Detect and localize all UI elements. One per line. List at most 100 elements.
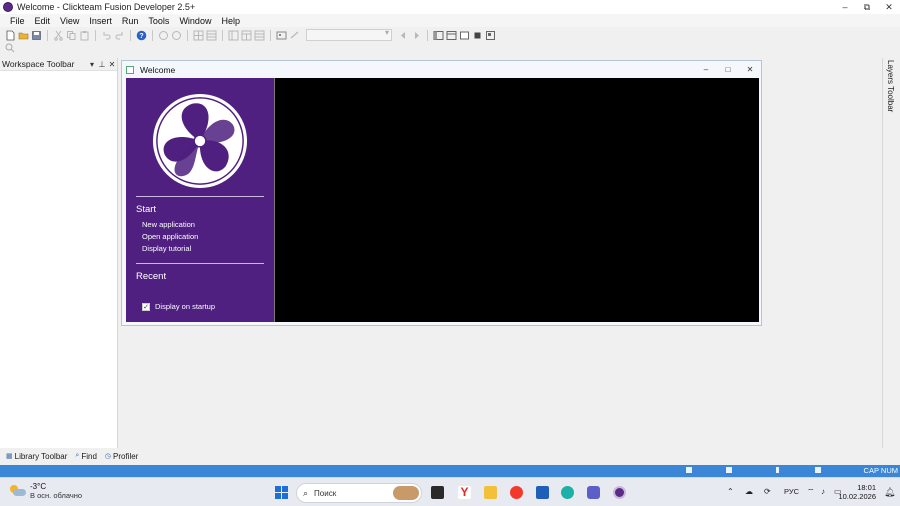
onedrive-icon[interactable]: ☁ bbox=[745, 487, 753, 496]
tab-library-toolbar[interactable]: ▦ Library Toolbar bbox=[2, 452, 71, 461]
preview-icon[interactable] bbox=[485, 30, 496, 41]
recent-heading: Recent bbox=[136, 271, 167, 282]
tab-profiler[interactable]: ◷ Profiler bbox=[101, 452, 142, 461]
menu-window[interactable]: Window bbox=[174, 16, 216, 26]
toolbar-separator bbox=[222, 29, 223, 41]
clock-date: 10.02.2026 bbox=[838, 492, 876, 501]
clock-time: 18:01 bbox=[857, 483, 876, 492]
layer-combo[interactable] bbox=[306, 28, 392, 41]
workspace-header: Workspace Toolbar ▾ ⊥ ✕ bbox=[0, 58, 117, 71]
display-on-startup-row[interactable]: ✓ Display on startup bbox=[142, 302, 215, 311]
task-view-icon[interactable] bbox=[431, 486, 444, 499]
cut-icon[interactable] bbox=[53, 30, 64, 41]
chevron-down-icon[interactable]: ▾ bbox=[87, 60, 97, 69]
notification-bell-icon[interactable]: 🔔︎ bbox=[884, 487, 895, 498]
toolbar-separator bbox=[187, 29, 188, 41]
pin-icon[interactable]: ⊥ bbox=[97, 60, 107, 69]
link-icon[interactable] bbox=[289, 30, 300, 41]
store-icon[interactable] bbox=[536, 486, 549, 499]
close-button[interactable]: ✕ bbox=[878, 0, 900, 14]
workspace-panel: Workspace Toolbar ▾ ⊥ ✕ bbox=[0, 58, 118, 448]
wifi-icon[interactable]: ⌔ bbox=[807, 487, 815, 497]
display-on-startup-checkbox[interactable]: ✓ bbox=[142, 302, 150, 311]
divider bbox=[136, 196, 264, 197]
frame-icon[interactable] bbox=[276, 30, 287, 41]
open-folder-icon[interactable] bbox=[18, 30, 29, 41]
chevron-up-icon[interactable]: ⌃ bbox=[727, 487, 734, 496]
toolbar-separator bbox=[152, 29, 153, 41]
status-indicator bbox=[686, 467, 692, 473]
caps-num-indicator: CAP NUM bbox=[863, 466, 898, 475]
close-icon[interactable]: ✕ bbox=[107, 60, 117, 69]
panel-icon[interactable] bbox=[446, 30, 457, 41]
welcome-maximize-button[interactable]: □ bbox=[717, 65, 739, 74]
welcome-sidebar: Start New application Open application D… bbox=[126, 78, 274, 322]
menu-bar: File Edit View Insert Run Tools Window H… bbox=[0, 14, 900, 27]
back-icon[interactable] bbox=[158, 30, 169, 41]
tab-find[interactable]: ⌕ Find bbox=[71, 452, 100, 461]
welcome-close-button[interactable]: ✕ bbox=[739, 65, 761, 74]
language-indicator[interactable]: РУС bbox=[784, 487, 799, 496]
status-indicator bbox=[815, 467, 821, 473]
taskbar-search[interactable]: ⌕ Поиск bbox=[296, 483, 422, 503]
restore-button[interactable]: ⧉ bbox=[856, 0, 878, 14]
layers-toolbar-tab[interactable]: Layers Toolbar bbox=[886, 60, 895, 112]
view-icon[interactable] bbox=[459, 30, 470, 41]
menu-insert[interactable]: Insert bbox=[84, 16, 117, 26]
window-title: Welcome - Clickteam Fusion Developer 2.5… bbox=[17, 2, 196, 12]
yandex-browser-icon[interactable]: Y bbox=[458, 486, 471, 499]
undo-icon[interactable] bbox=[101, 30, 112, 41]
toolbar-separator bbox=[427, 29, 428, 41]
grid-icon[interactable] bbox=[193, 30, 204, 41]
file-explorer-icon[interactable] bbox=[484, 486, 497, 499]
menu-run[interactable]: Run bbox=[117, 16, 144, 26]
system-clock[interactable]: 18:01 10.02.2026 bbox=[826, 483, 876, 501]
menu-tools[interactable]: Tools bbox=[143, 16, 174, 26]
save-icon[interactable] bbox=[31, 30, 42, 41]
start-heading: Start bbox=[136, 204, 157, 215]
prev-frame-icon[interactable] bbox=[398, 30, 409, 41]
align-right-icon[interactable] bbox=[254, 30, 265, 41]
new-file-icon[interactable] bbox=[5, 30, 16, 41]
stop-icon[interactable] bbox=[472, 30, 483, 41]
menu-edit[interactable]: Edit bbox=[30, 16, 56, 26]
sync-icon[interactable]: ⟳ bbox=[764, 487, 771, 496]
forward-icon[interactable] bbox=[171, 30, 182, 41]
volume-icon[interactable]: ♪ bbox=[821, 487, 825, 496]
redo-icon[interactable] bbox=[114, 30, 125, 41]
welcome-preview-area bbox=[274, 78, 759, 322]
menu-file[interactable]: File bbox=[5, 16, 30, 26]
help-icon[interactable]: ? bbox=[136, 30, 147, 41]
weather-widget[interactable]: -3°C В осн. облачно bbox=[10, 482, 82, 500]
snap-icon[interactable] bbox=[206, 30, 217, 41]
weather-text: -3°C В осн. облачно bbox=[30, 482, 82, 500]
yandex-icon[interactable] bbox=[510, 486, 523, 499]
edge-icon[interactable] bbox=[561, 486, 574, 499]
status-bar: CAP NUM bbox=[0, 465, 900, 477]
secondary-toolbar bbox=[0, 43, 900, 57]
find-icon: ⌕ bbox=[75, 452, 80, 459]
welcome-minimize-button[interactable]: – bbox=[695, 65, 717, 74]
align-left-icon[interactable] bbox=[228, 30, 239, 41]
copy-icon[interactable] bbox=[66, 30, 77, 41]
menu-help[interactable]: Help bbox=[216, 16, 245, 26]
toolbar-separator bbox=[130, 29, 131, 41]
status-indicator bbox=[726, 467, 732, 473]
paste-icon[interactable] bbox=[79, 30, 90, 41]
weather-condition: В осн. облачно bbox=[30, 491, 83, 500]
window-layout-icon[interactable] bbox=[433, 30, 444, 41]
search-icon[interactable] bbox=[5, 43, 15, 53]
teams-icon[interactable] bbox=[587, 486, 600, 499]
display-tutorial-link[interactable]: Display tutorial bbox=[142, 244, 191, 253]
status-indicator bbox=[776, 467, 779, 473]
align-center-icon[interactable] bbox=[241, 30, 252, 41]
next-frame-icon[interactable] bbox=[411, 30, 422, 41]
windows-start-icon[interactable] bbox=[275, 486, 288, 499]
minimize-button[interactable]: – bbox=[834, 0, 856, 14]
welcome-title-bar: Welcome – □ ✕ bbox=[122, 61, 761, 78]
menu-view[interactable]: View bbox=[55, 16, 84, 26]
layers-panel: Layers Toolbar bbox=[882, 58, 900, 448]
open-application-link[interactable]: Open application bbox=[142, 232, 198, 241]
clickteam-fusion-taskbar-icon[interactable] bbox=[613, 486, 626, 499]
new-application-link[interactable]: New application bbox=[142, 220, 195, 229]
